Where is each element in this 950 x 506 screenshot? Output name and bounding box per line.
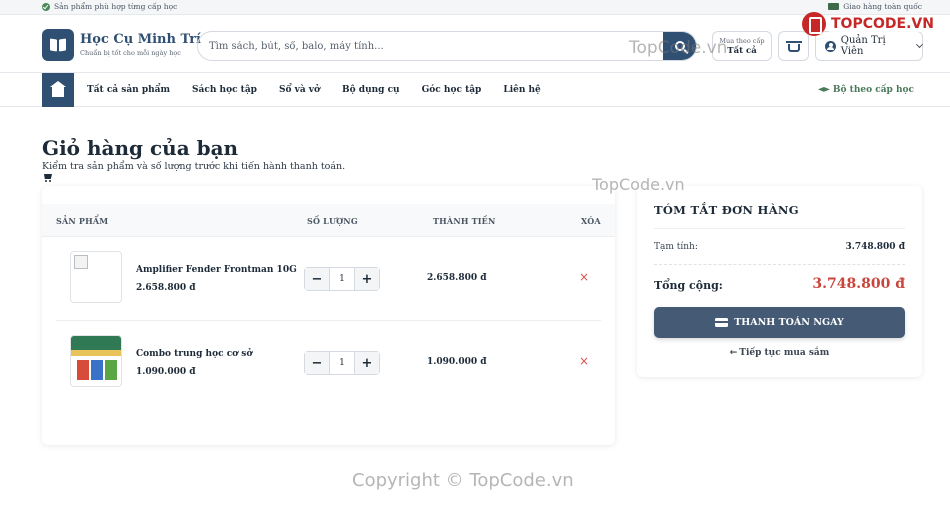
watermark: TopCode.vn — [629, 38, 728, 58]
quantity-stepper: − 1 + — [304, 351, 380, 375]
quantity-value[interactable]: 1 — [329, 352, 355, 374]
nav-item-study-books[interactable]: Sách học tập — [192, 85, 257, 95]
nav-items: Tất cả sản phẩm Sách học tập Sổ và vở Bộ… — [87, 73, 541, 107]
product-price: 2.658.800 đ — [136, 283, 196, 293]
cart-table-header: SẢN PHẨM SỐ LƯỢNG THÀNH TIỀN XÓA — [42, 204, 615, 237]
site-logo[interactable]: Học Cụ Minh Trí Chuẩn bị tốt cho mỗi ngà… — [42, 29, 201, 61]
topbar-left-text: Sản phẩm phù hợp từng cấp học — [54, 2, 178, 11]
arrow-left-icon: ← — [729, 348, 738, 358]
book-open-icon — [50, 39, 66, 51]
divider — [654, 264, 905, 265]
line-total: 2.658.800 đ — [427, 273, 487, 283]
column-product: SẢN PHẨM — [56, 216, 109, 226]
watermark: TopCode.vn — [592, 175, 685, 194]
subtotal-label: Tạm tính: — [654, 242, 698, 252]
user-circle-icon — [825, 40, 836, 52]
logo-subtitle: Chuẩn bị tốt cho mỗi ngày học — [80, 49, 181, 57]
credit-card-icon — [715, 318, 729, 327]
line-total: 1.090.000 đ — [427, 357, 487, 367]
logo-text: Học Cụ Minh Trí Chuẩn bị tốt cho mỗi ngà… — [80, 32, 201, 58]
cart-row: Combo trung học cơ sở 1.090.000 đ − 1 + … — [56, 321, 601, 405]
total-value: 3.748.800 đ — [812, 276, 905, 292]
shopping-basket-icon — [785, 41, 802, 52]
decrease-qty-button[interactable]: − — [305, 352, 329, 374]
decrease-qty-button[interactable]: − — [305, 268, 329, 290]
search-bar — [197, 31, 697, 61]
product-name[interactable]: Amplifier Fender Frontman 10G — [136, 265, 297, 275]
remove-item-button[interactable]: × — [579, 354, 589, 368]
quantity-stepper: − 1 + — [304, 267, 380, 291]
graduation-cap-icon — [817, 87, 830, 92]
brand-watermark-text: TOPCODE.VN — [829, 16, 936, 32]
home-icon — [50, 80, 66, 97]
logo-badge — [42, 29, 74, 61]
summary-title: TÓM TẮT ĐƠN HÀNG — [654, 203, 799, 217]
page-title: Giỏ hàng của bạn — [42, 136, 239, 160]
nav-level-sets[interactable]: Bộ theo cấp học — [817, 73, 914, 107]
topbar-right: Giao hàng toàn quốc — [828, 2, 922, 11]
user-name: Quản Trị Viên — [840, 35, 886, 57]
product-price: 1.090.000 đ — [136, 367, 196, 377]
increase-qty-button[interactable]: + — [355, 352, 379, 374]
checkout-button[interactable]: THANH TOÁN NGAY — [654, 307, 905, 338]
shopping-cart-icon — [42, 173, 53, 182]
column-total: THÀNH TIỀN — [433, 216, 496, 226]
chevron-down-icon — [916, 40, 924, 49]
cart-card: SẢN PHẨM SỐ LƯỢNG THÀNH TIỀN XÓA Amplifi… — [42, 186, 615, 445]
truck-icon — [828, 3, 840, 10]
nav-level-sets-label: Bộ theo cấp học — [832, 85, 914, 95]
cart-row: Amplifier Fender Frontman 10G 2.658.800 … — [56, 237, 601, 321]
total-label: Tổng cộng: — [654, 279, 723, 292]
logo-title: Học Cụ Minh Trí — [80, 32, 201, 47]
page-subtitle: Kiểm tra sản phẩm và số lượng trước khi … — [42, 161, 346, 172]
divider — [654, 228, 905, 229]
topbar-left: Sản phẩm phù hợp từng cấp học — [42, 2, 177, 11]
product-image[interactable] — [70, 251, 122, 303]
continue-label: Tiếp tục mua sắm — [739, 348, 830, 358]
main-nav: Tất cả sản phẩm Sách học tập Sổ và vở Bộ… — [0, 73, 950, 107]
search-input[interactable] — [198, 32, 658, 60]
increase-qty-button[interactable]: + — [355, 268, 379, 290]
nav-item-tool-sets[interactable]: Bộ dụng cụ — [342, 85, 400, 95]
nav-item-study-corner[interactable]: Góc học tập — [422, 85, 482, 95]
order-summary-card: TÓM TẮT ĐƠN HÀNG Tạm tính: 3.748.800 đ T… — [637, 186, 922, 377]
column-quantity: SỐ LƯỢNG — [307, 216, 358, 226]
nav-item-contact[interactable]: Liên hệ — [503, 85, 540, 95]
product-image[interactable] — [70, 335, 122, 387]
checkout-label: THANH TOÁN NGAY — [734, 317, 844, 328]
home-button[interactable] — [42, 73, 74, 107]
topbar-right-text: Giao hàng toàn quốc — [843, 2, 922, 11]
continue-shopping-link[interactable]: ← Tiếp tục mua sắm — [637, 348, 922, 358]
subtotal-value: 3.748.800 đ — [845, 242, 905, 252]
watermark: Copyright © TopCode.vn — [352, 470, 574, 491]
remove-item-button[interactable]: × — [579, 270, 589, 284]
brand-watermark: TOPCODE.VN — [802, 12, 936, 36]
quantity-value[interactable]: 1 — [329, 268, 355, 290]
product-name[interactable]: Combo trung học cơ sở — [136, 349, 252, 359]
check-circle-icon — [42, 2, 50, 11]
nav-item-notebooks[interactable]: Sổ và vở — [279, 85, 320, 95]
nav-item-all-products[interactable]: Tất cả sản phẩm — [87, 85, 170, 95]
column-remove: XÓA — [581, 216, 601, 226]
topcode-logo-icon — [802, 12, 826, 36]
